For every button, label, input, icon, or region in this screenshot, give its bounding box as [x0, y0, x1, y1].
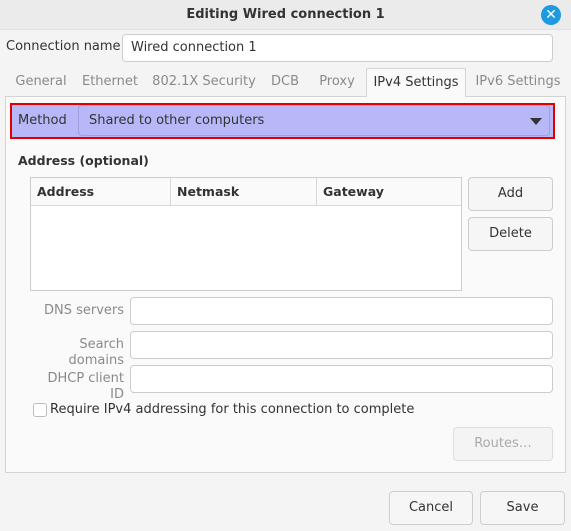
- column-header-gateway[interactable]: Gateway: [317, 178, 461, 206]
- dns-servers-input[interactable]: [130, 297, 553, 325]
- method-label: Method: [18, 113, 67, 128]
- tab-proxy[interactable]: Proxy: [310, 68, 364, 96]
- method-value: Shared to other computers: [89, 113, 265, 128]
- column-header-address[interactable]: Address: [31, 178, 171, 206]
- dhcp-client-id-input[interactable]: [130, 365, 553, 393]
- address-table[interactable]: Address Netmask Gateway: [30, 177, 462, 291]
- routes-button[interactable]: Routes…: [453, 427, 553, 461]
- window-title: Editing Wired connection 1: [186, 7, 385, 22]
- tab-ipv4-settings[interactable]: IPv4 Settings: [366, 68, 466, 97]
- dns-servers-label: DNS servers: [43, 303, 124, 318]
- connection-name-label: Connection name: [6, 39, 121, 54]
- dhcp-client-id-label: DHCP client ID: [47, 371, 124, 402]
- tab-general[interactable]: General: [8, 68, 74, 96]
- require-ipv4-label[interactable]: Require IPv4 addressing for this connect…: [50, 402, 414, 418]
- close-icon[interactable]: ✕: [541, 5, 561, 25]
- dropdown-arrow-icon: [530, 118, 542, 125]
- connection-name-input[interactable]: Wired connection 1: [122, 34, 553, 62]
- require-ipv4-checkbox[interactable]: [33, 403, 47, 417]
- tab-dcb[interactable]: DCB: [262, 68, 308, 96]
- column-header-netmask[interactable]: Netmask: [171, 178, 317, 206]
- address-heading: Address (optional): [18, 153, 149, 168]
- tab-ethernet[interactable]: Ethernet: [76, 68, 144, 96]
- cancel-button[interactable]: Cancel: [389, 491, 473, 525]
- tab-8021x-security[interactable]: 802.1X Security: [148, 68, 260, 96]
- search-domains-input[interactable]: [130, 331, 553, 359]
- save-button[interactable]: Save: [480, 491, 565, 525]
- delete-button[interactable]: Delete: [468, 217, 553, 251]
- method-dropdown[interactable]: Shared to other computers: [78, 105, 550, 136]
- tab-ipv6-settings[interactable]: IPv6 Settings: [468, 68, 568, 96]
- add-button[interactable]: Add: [468, 177, 553, 211]
- search-domains-label: Search domains: [68, 337, 124, 368]
